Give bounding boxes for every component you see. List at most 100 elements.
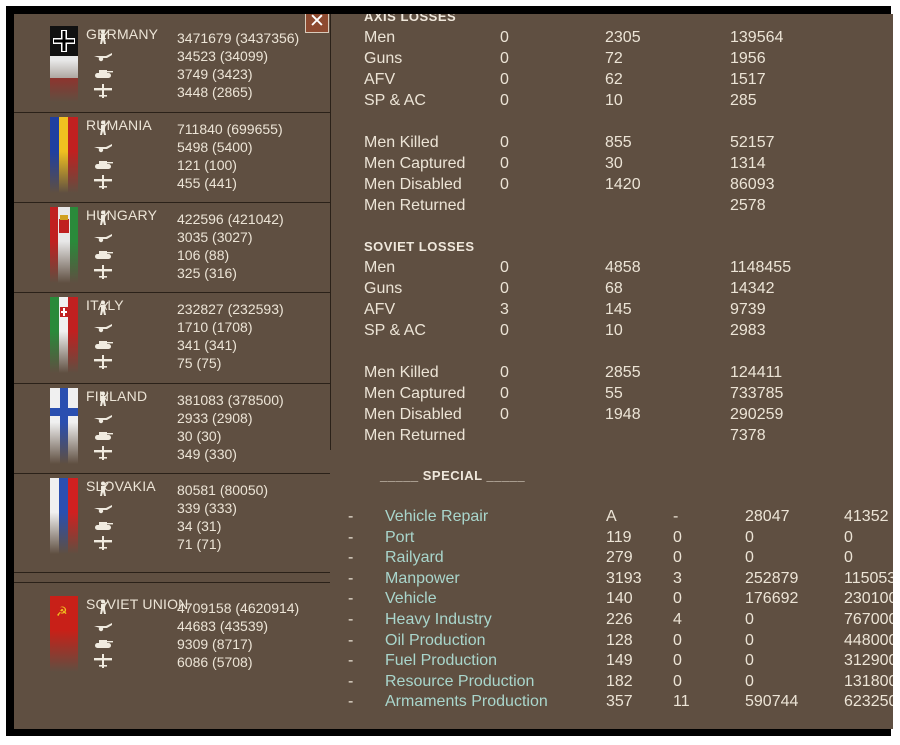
loss-value: 733785	[730, 385, 784, 402]
facility-value: 1150532	[844, 569, 893, 587]
facility-value: 128	[606, 631, 633, 649]
facility-value: 623250	[844, 693, 893, 711]
loss-value: 0	[500, 71, 509, 88]
nation-separator	[14, 473, 330, 474]
tank-icon	[92, 427, 114, 443]
special-row[interactable]: - Fuel Production 149 0 0 312900	[348, 652, 893, 672]
special-row[interactable]: - Resource Production 182 0 0 1318000	[348, 673, 893, 693]
facility-value: 28047	[745, 508, 790, 525]
stat-value: 3749 (3423)	[177, 66, 253, 82]
nation-block[interactable]: ☭SOVIET UNION4709158 (4620914)44683 (435…	[14, 584, 330, 674]
tank-icon	[92, 336, 114, 352]
infantry-icon	[92, 599, 114, 615]
special-row[interactable]: - Armaments Production 357 11 590744 623250	[348, 693, 893, 713]
nation-block[interactable]: SLOVAKIA 80581 (80050) 339 (333) 34 (31) 71 …	[14, 466, 330, 556]
facility-name[interactable]: Fuel Production	[385, 652, 497, 670]
stat-value: 80581 (80050)	[177, 482, 269, 498]
close-button[interactable]: ✕	[305, 14, 329, 33]
gun-icon	[92, 617, 114, 633]
facility-name[interactable]: Manpower	[385, 570, 460, 588]
facility-name[interactable]: Vehicle Repair	[385, 508, 488, 526]
gun-icon	[92, 228, 114, 244]
row-bullet: -	[348, 528, 354, 546]
gun-icon	[92, 499, 114, 515]
special-row[interactable]: - Vehicle 140 0 176692 230100	[348, 590, 893, 610]
facility-value: 0	[673, 652, 682, 670]
facility-name[interactable]: Railyard	[385, 549, 444, 567]
stat-value: 3448 (2865)	[177, 84, 253, 100]
aircraft-icon	[92, 354, 114, 370]
loss-value: 0	[500, 29, 509, 46]
facility-name[interactable]: Armaments Production	[385, 693, 548, 711]
loss-value: 0	[500, 155, 509, 172]
facility-name[interactable]: Resource Production	[385, 673, 534, 691]
germany-flag	[50, 26, 78, 102]
stat-value: 422596 (421042)	[177, 211, 284, 227]
loss-value: 7378	[730, 427, 766, 444]
special-row[interactable]: - Railyard 279 0 0 0	[348, 549, 888, 569]
infantry-icon	[92, 391, 114, 407]
loss-value: 139564	[730, 29, 784, 46]
stat-value: 34523 (34099)	[177, 48, 269, 64]
nation-block[interactable]: GERMANY 3471679 (3437356) 34523 (34099) 374…	[14, 14, 330, 104]
facility-name[interactable]: Vehicle	[385, 590, 437, 608]
facility-value: 0	[673, 549, 682, 567]
facility-value: 0	[673, 590, 682, 608]
facility-value: 0	[745, 631, 754, 649]
facility-name[interactable]: Heavy Industry	[385, 611, 492, 629]
loss-value: 0	[500, 134, 509, 151]
nation-block[interactable]: HUNGARY 422596 (421042) 3035 (3027) 106 (88…	[14, 195, 330, 285]
facility-name[interactable]: Oil Production	[385, 632, 486, 650]
loss-label: Men Captured	[364, 385, 466, 402]
nation-block[interactable]: FINLAND 381083 (378500) 2933 (2908) 30 (30)…	[14, 376, 330, 466]
facility-value: 0	[844, 528, 853, 546]
facility-value: 11	[673, 693, 690, 711]
stat-value: 455 (441)	[177, 175, 237, 191]
loss-value: 2983	[730, 322, 766, 339]
special-row[interactable]: - Heavy Industry 226 4 0 767000	[348, 611, 893, 631]
special-row[interactable]: - Manpower 3193 3 252879 1150532	[348, 570, 893, 590]
soviet-losses-title: SOVIET LOSSES	[364, 239, 475, 254]
loss-label: AFV	[364, 301, 396, 318]
facility-value: 312900	[844, 652, 893, 670]
special-row[interactable]: - Oil Production 128 0 0 448000	[348, 631, 893, 652]
loss-label: SP & AC	[364, 92, 426, 109]
loss-value: 9739	[730, 301, 766, 318]
loss-value: 855	[605, 134, 632, 151]
loss-label: Men Killed	[364, 364, 439, 381]
loss-row: Men Captured 0 30 1314	[364, 155, 824, 175]
special-row[interactable]: - Vehicle Repair A - 28047 41352	[348, 508, 889, 528]
facility-value: 140	[606, 590, 633, 608]
special-title: _____ SPECIAL _____	[380, 468, 526, 483]
infantry-icon	[92, 120, 114, 136]
loss-label: Men Disabled	[364, 176, 462, 193]
loss-value: 1420	[605, 176, 641, 193]
aircraft-icon	[92, 264, 114, 280]
loss-value: 68	[605, 280, 623, 297]
facility-value: 41352	[844, 508, 889, 525]
loss-row: Men Disabled 0 1420 86093	[364, 176, 824, 196]
loss-label: AFV	[364, 71, 396, 88]
stat-value: 121 (100)	[177, 157, 237, 173]
facility-value: 0	[745, 652, 754, 670]
nation-block[interactable]: ITALY232827 (232593)1710 (1708)341 (341)…	[14, 285, 330, 375]
infantry-icon	[92, 210, 114, 226]
special-row[interactable]: - Port 119 0 0 0	[348, 529, 888, 549]
stat-value: 232827 (232593)	[177, 301, 284, 317]
loss-row: Men 0 4858 1148455	[364, 259, 824, 279]
stat-value: 325 (316)	[177, 265, 237, 281]
stat-value: 341 (341)	[177, 337, 237, 353]
loss-label: Men	[364, 29, 396, 46]
aircraft-icon	[92, 83, 114, 99]
loss-value: 285	[730, 92, 757, 109]
loss-value: 55	[605, 385, 623, 402]
loss-value: 1314	[730, 155, 766, 172]
facility-name[interactable]: Port	[385, 529, 414, 547]
loss-row: SP & AC 0 10 285	[364, 92, 824, 112]
tank-icon	[92, 65, 114, 81]
facility-value: 149	[606, 652, 633, 670]
nation-block[interactable]: RUMANIA 711840 (699655) 5498 (5400) 121 (10…	[14, 105, 330, 195]
facility-value: 357	[606, 693, 633, 711]
stat-value: 4709158 (4620914)	[177, 600, 300, 616]
loss-label: SP & AC	[364, 322, 426, 339]
